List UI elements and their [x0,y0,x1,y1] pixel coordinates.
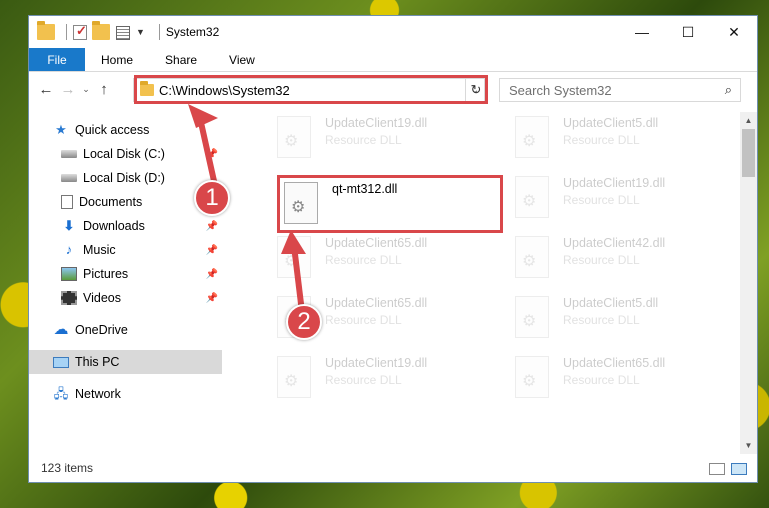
annotation-arrows [188,104,306,313]
arrow-2-head [281,230,306,254]
callout-2-badge: 2 [286,304,322,340]
arrow-1-head [188,104,218,128]
callout-1-badge: 1 [194,180,230,216]
arrow-2-line [291,245,305,313]
